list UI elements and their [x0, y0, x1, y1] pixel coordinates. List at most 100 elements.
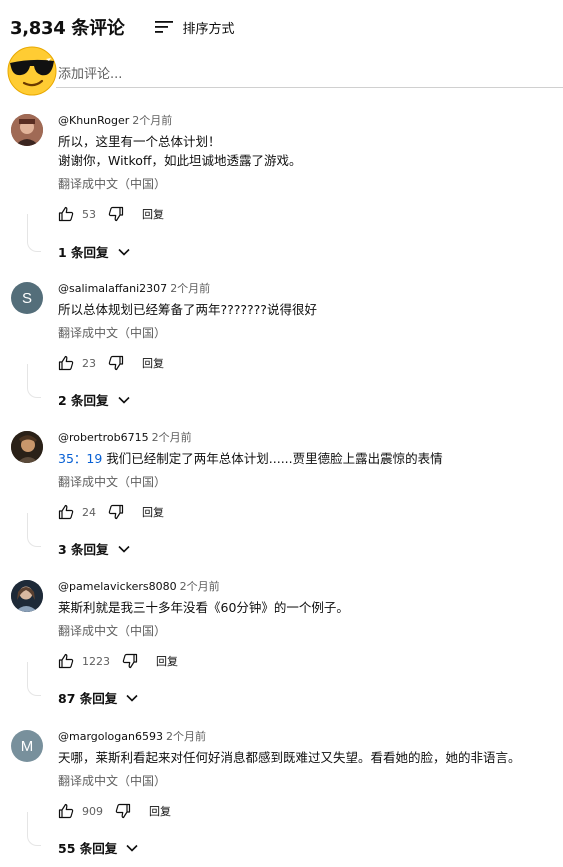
timestamp-link[interactable]: 35：19	[58, 451, 102, 466]
comment-text-line: 所以，这里有一个总体计划！	[58, 134, 221, 149]
translate-link[interactable]: 翻译成中文（中国）	[58, 474, 543, 490]
comment-body: @salimalaffani2307 2个月前 所以总体规划已经筹备了两年????…	[58, 282, 543, 373]
translate-link[interactable]: 翻译成中文（中国）	[58, 325, 543, 341]
author-handle[interactable]: @margologan6593	[58, 730, 163, 743]
comment-actions: 909 回复	[58, 801, 543, 821]
comment-body: @margologan6593 2个月前 天哪，莱斯利看起来对任何好消息都感到既难…	[58, 730, 543, 821]
user-photo-icon	[11, 114, 43, 146]
comment-body: @KhunRoger 2个月前 所以，这里有一个总体计划！ 谢谢你，Witkoff…	[58, 114, 543, 224]
comment-body: @pamelavickers8080 2个月前 莱斯利就是我三十多年没看《60分钟…	[58, 580, 543, 671]
author-handle[interactable]: @KhunRoger	[58, 114, 129, 127]
thread-connector	[27, 513, 41, 547]
comment-text-line: 谢谢你，Witkoff，如此坦诚地透露了游戏。	[58, 153, 302, 168]
comment-actions: 53 回复	[58, 204, 543, 224]
author-handle[interactable]: @robertrob6715	[58, 431, 149, 444]
comments-header: 3,834 条评论 排序方式	[10, 12, 235, 42]
comment-meta: @margologan6593 2个月前	[58, 730, 543, 744]
avatar-letter: S	[21, 289, 32, 307]
comment-text-content: 我们已经制定了两年总体计划......贾里德脸上露出震惊的表情	[102, 451, 443, 466]
thread-connector	[27, 812, 41, 846]
avatar[interactable]	[11, 431, 43, 463]
reply-button[interactable]: 回复	[156, 653, 178, 669]
comment-thread: @pamelavickers8080 2个月前 莱斯利就是我三十多年没看《60分钟…	[0, 580, 563, 710]
thumbs-down-icon[interactable]	[122, 653, 138, 669]
view-replies-button[interactable]: 87 条回复	[58, 688, 139, 707]
user-photo-icon	[11, 580, 43, 612]
thumbs-up-icon[interactable]	[58, 355, 74, 371]
comment-meta: @salimalaffani2307 2个月前	[58, 282, 543, 296]
avatar[interactable]: S	[11, 282, 43, 314]
comment-actions: 1223 回复	[58, 651, 543, 671]
like-count: 53	[82, 207, 96, 221]
thumbs-up-icon[interactable]	[58, 653, 74, 669]
comment-thread: @KhunRoger 2个月前 所以，这里有一个总体计划！ 谢谢你，Witkoff…	[0, 114, 563, 264]
thread-connector	[27, 214, 41, 252]
like-count: 24	[82, 505, 96, 519]
translate-link[interactable]: 翻译成中文（中国）	[58, 176, 543, 192]
comment-actions: 24 回复	[58, 502, 543, 522]
view-replies-button[interactable]: 1 条回复	[58, 242, 131, 261]
replies-count: 3 条回复	[58, 542, 109, 557]
thumbs-down-icon[interactable]	[108, 504, 124, 520]
reply-button[interactable]: 回复	[142, 504, 164, 520]
comment-time[interactable]: 2个月前	[180, 580, 220, 593]
chevron-down-icon	[117, 248, 130, 256]
comment-time[interactable]: 2个月前	[152, 431, 192, 444]
translate-link[interactable]: 翻译成中文（中国）	[58, 773, 543, 789]
chevron-down-icon	[117, 396, 130, 404]
thumbs-up-icon[interactable]	[58, 504, 74, 520]
comment-body: @robertrob6715 2个月前 35：19 我们已经制定了两年总体计划..…	[58, 431, 543, 522]
comment-meta: @pamelavickers8080 2个月前	[58, 580, 543, 594]
thread-connector	[27, 662, 41, 696]
like-count: 1223	[82, 654, 110, 668]
like-count: 23	[82, 356, 96, 370]
replies-count: 1 条回复	[58, 245, 109, 260]
reply-button[interactable]: 回复	[142, 355, 164, 371]
comment-thread: M @margologan6593 2个月前 天哪，莱斯利看起来对任何好消息都感到…	[0, 730, 563, 862]
replies-count: 87 条回复	[58, 691, 118, 706]
thumbs-up-icon[interactable]	[58, 206, 74, 222]
thread-connector	[27, 364, 41, 398]
thumbs-down-icon[interactable]	[115, 803, 131, 819]
sunglasses-emoji-avatar	[7, 46, 57, 96]
view-replies-button[interactable]: 55 条回复	[58, 838, 139, 857]
add-comment-row	[6, 44, 563, 96]
sort-label: 排序方式	[182, 21, 235, 37]
thumbs-up-icon[interactable]	[58, 803, 74, 819]
author-handle[interactable]: @pamelavickers8080	[58, 580, 177, 593]
comment-meta: @KhunRoger 2个月前	[58, 114, 543, 128]
comment-text: 所以总体规划已经筹备了两年???????说得很好	[58, 302, 317, 317]
comment-actions: 23 回复	[58, 353, 543, 373]
comment-meta: @robertrob6715 2个月前	[58, 431, 543, 445]
chevron-down-icon	[126, 844, 138, 852]
user-photo-icon	[11, 431, 43, 463]
comment-text: 莱斯利就是我三十多年没看《60分钟》的一个例子。	[58, 600, 349, 615]
author-handle[interactable]: @salimalaffani2307	[58, 282, 167, 295]
replies-count: 2 条回复	[58, 393, 109, 408]
translate-link[interactable]: 翻译成中文（中国）	[58, 623, 543, 639]
chevron-down-icon	[126, 694, 138, 702]
sort-icon	[154, 21, 173, 33]
reply-button[interactable]: 回复	[142, 206, 164, 222]
avatar[interactable]: M	[11, 730, 43, 762]
avatar[interactable]	[11, 114, 43, 146]
add-comment-input[interactable]	[56, 62, 563, 88]
thumbs-down-icon[interactable]	[108, 206, 124, 222]
comment-time[interactable]: 2个月前	[170, 282, 210, 295]
replies-count: 55 条回复	[58, 841, 118, 856]
reply-button[interactable]: 回复	[149, 803, 171, 819]
avatar[interactable]	[11, 580, 43, 612]
like-count: 909	[82, 804, 103, 818]
comment-time[interactable]: 2个月前	[132, 114, 172, 127]
chevron-down-icon	[117, 545, 130, 553]
view-replies-button[interactable]: 3 条回复	[58, 539, 131, 558]
avatar-letter: M	[20, 737, 34, 755]
thumbs-down-icon[interactable]	[108, 355, 124, 371]
comment-text: 所以，这里有一个总体计划！ 谢谢你，Witkoff，如此坦诚地透露了游戏。	[58, 132, 543, 170]
comment-text: 天哪，莱斯利看起来对任何好消息都感到既难过又失望。看看她的脸，她的非语言。	[58, 750, 521, 765]
comment-count-title: 3,834 条评论	[10, 18, 125, 39]
comment-time[interactable]: 2个月前	[166, 730, 206, 743]
sort-button[interactable]: 排序方式	[154, 18, 235, 37]
view-replies-button[interactable]: 2 条回复	[58, 390, 131, 409]
comment-text: 35：19 我们已经制定了两年总体计划......贾里德脸上露出震惊的表情	[58, 449, 543, 468]
